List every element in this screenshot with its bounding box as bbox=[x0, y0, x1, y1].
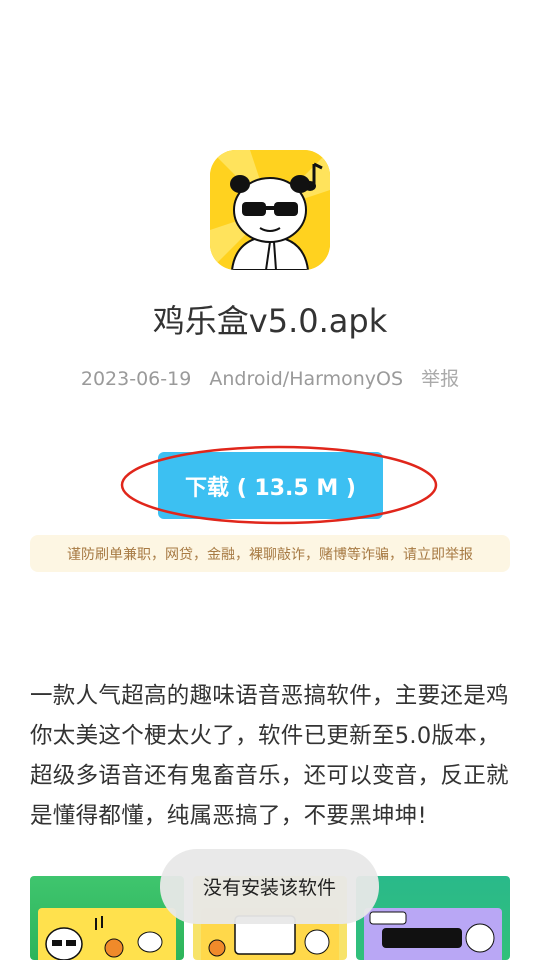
toast-message: 没有安装该软件 bbox=[160, 849, 379, 924]
screenshot-status-bar bbox=[356, 876, 510, 890]
screenshot-card bbox=[38, 908, 176, 960]
app-description: 一款人气超高的趣味语音恶搞软件，主要还是鸡你太美这个梗太火了，软件已更新至5.0… bbox=[30, 683, 509, 829]
panda-meme-app-icon bbox=[210, 150, 330, 270]
screenshot-card bbox=[364, 908, 502, 960]
release-date: 2023-06-19 bbox=[80, 368, 192, 390]
download-page: 鸡乐盒v5.0.apk 2023-06-19 Android/HarmonyOS… bbox=[0, 0, 540, 960]
report-link[interactable]: 举报 bbox=[421, 368, 459, 390]
app-title: 鸡乐盒v5.0.apk bbox=[152, 302, 388, 340]
screenshot-3[interactable] bbox=[356, 876, 510, 960]
basketball-meme-icon bbox=[369, 911, 495, 953]
download-button[interactable]: 下载 ( 13.5 M ) bbox=[158, 452, 383, 519]
panda-icon bbox=[45, 916, 163, 960]
fraud-warning: 谨防刷单兼职，网贷，金融，裸聊敲诈，赌博等诈骗，请立即举报 bbox=[30, 535, 510, 572]
app-meta: 2023-06-19 Android/HarmonyOS 举报 bbox=[0, 364, 540, 391]
app-icon bbox=[210, 150, 330, 270]
platform-label: Android/HarmonyOS bbox=[209, 368, 404, 390]
